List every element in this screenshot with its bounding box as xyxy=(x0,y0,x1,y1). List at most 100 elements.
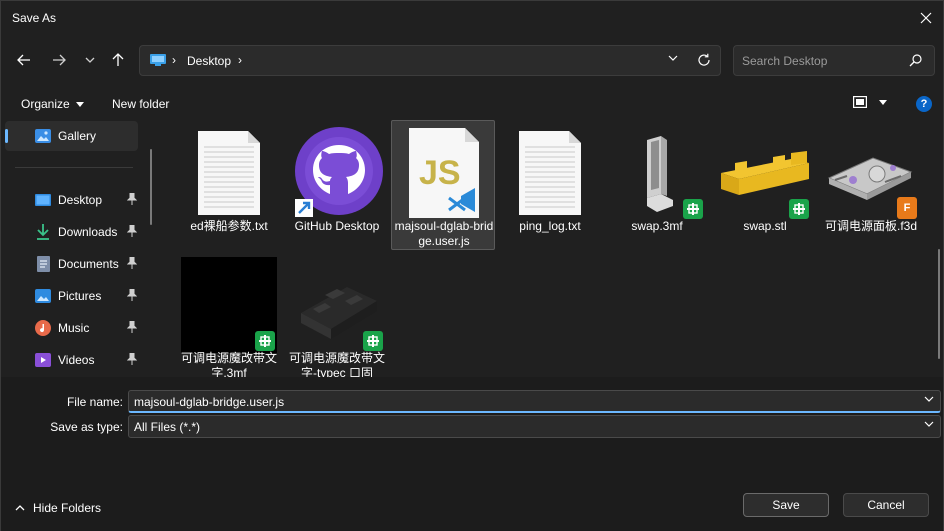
app-badge-icon xyxy=(255,331,275,351)
file-name-label: File name: xyxy=(66,395,123,409)
arrow-left-icon xyxy=(17,54,30,66)
sidebar-item-desktop[interactable]: Desktop xyxy=(35,190,145,210)
chevron-down-icon xyxy=(85,57,95,63)
organize-button[interactable]: Organize xyxy=(21,97,84,111)
caret-down-icon xyxy=(75,101,84,107)
text-file-icon xyxy=(498,125,602,221)
pin-icon[interactable] xyxy=(127,257,137,269)
file-name: swap.stl xyxy=(743,219,787,233)
music-icon xyxy=(35,320,51,336)
forward-button[interactable] xyxy=(47,48,71,72)
file-name: swap.3mf xyxy=(631,219,683,233)
chevron-down-icon[interactable] xyxy=(668,55,678,61)
file-name: 可调电源魔改带文字.3mf xyxy=(180,351,277,377)
desktop-icon xyxy=(35,192,51,208)
sidebar-item-downloads[interactable]: Downloads xyxy=(35,222,145,242)
save-as-type-select[interactable]: All Files (*.*) xyxy=(128,415,941,438)
sidebar-scrollbar[interactable] xyxy=(150,149,152,225)
file-item[interactable]: F 可调电源面板.f3d xyxy=(819,121,923,253)
file-item[interactable]: 可调电源魔改带文字-typec 口固 xyxy=(285,253,389,377)
back-button[interactable] xyxy=(12,48,36,72)
search-icon[interactable] xyxy=(909,54,922,67)
pictures-icon xyxy=(35,288,51,304)
pin-icon[interactable] xyxy=(127,289,137,301)
save-options-panel: File name: majsoul-dglab-bridge.user.js … xyxy=(1,377,943,531)
sidebar-item-label: Gallery xyxy=(58,129,97,143)
up-button[interactable] xyxy=(106,48,130,72)
pin-icon[interactable] xyxy=(127,321,137,333)
file-item[interactable]: GitHub Desktop xyxy=(285,121,389,253)
search-box[interactable] xyxy=(733,45,935,76)
fusion-badge-icon: F xyxy=(897,197,917,219)
app-badge-icon xyxy=(363,331,383,351)
gallery-icon xyxy=(35,128,51,144)
recent-locations-button[interactable] xyxy=(78,48,102,72)
address-bar[interactable]: › Desktop › xyxy=(139,45,721,76)
f3d-model-icon: F xyxy=(819,125,923,221)
documents-icon xyxy=(35,256,51,272)
navigation-pane: Gallery Desktop Downloads Documents Pict… xyxy=(1,119,153,377)
breadcrumb-separator[interactable]: › xyxy=(238,53,242,67)
chevron-down-icon xyxy=(924,421,934,427)
sidebar-item-music[interactable]: Music xyxy=(35,318,145,338)
hide-folders-label: Hide Folders xyxy=(33,501,102,515)
file-item[interactable]: 可调电源魔改带文字.3mf xyxy=(177,253,281,377)
close-icon xyxy=(920,12,932,24)
file-name-value[interactable]: majsoul-dglab-bridge.user.js xyxy=(134,395,284,409)
selection-indicator xyxy=(5,129,8,143)
sidebar-divider xyxy=(15,167,133,168)
view-icon xyxy=(853,96,867,108)
file-item[interactable]: ed裸船参数.txt xyxy=(177,121,281,253)
arrow-right-icon xyxy=(53,54,66,66)
file-item[interactable]: ping_log.txt xyxy=(498,121,602,253)
save-as-type-label: Save as type: xyxy=(50,420,123,434)
file-name: 可调电源魔改带文字-typec 口固 xyxy=(288,351,385,377)
save-button[interactable]: Save xyxy=(743,493,829,517)
app-badge-icon xyxy=(789,199,809,219)
save-as-type-value: All Files (*.*) xyxy=(134,420,201,434)
navigation-row: › Desktop › xyxy=(1,39,943,83)
help-button[interactable]: ? xyxy=(916,96,932,112)
cancel-button[interactable]: Cancel xyxy=(843,493,929,517)
file-item[interactable]: swap.stl xyxy=(713,121,817,253)
search-input[interactable] xyxy=(742,53,902,69)
sidebar-item-pictures[interactable]: Pictures xyxy=(35,286,145,306)
file-item[interactable]: swap.3mf xyxy=(605,121,709,253)
sidebar-item-gallery-content: Gallery xyxy=(35,126,145,146)
breadcrumb-desktop[interactable]: Desktop xyxy=(187,54,231,68)
computer-icon xyxy=(150,54,166,66)
organize-label: Organize xyxy=(21,97,70,111)
hide-folders-toggle[interactable]: Hide Folders xyxy=(15,501,101,515)
sidebar-item-videos[interactable]: Videos xyxy=(35,350,145,370)
help-icon: ? xyxy=(920,98,928,110)
sidebar-item-documents[interactable]: Documents xyxy=(35,254,145,274)
text-file-icon xyxy=(177,125,281,221)
command-bar: Organize New folder ? xyxy=(1,89,943,119)
sidebar-item-gallery[interactable]: Gallery xyxy=(5,121,138,151)
refresh-icon[interactable] xyxy=(697,53,711,67)
github-desktop-icon xyxy=(285,125,389,221)
file-name-field[interactable]: majsoul-dglab-bridge.user.js xyxy=(128,390,941,413)
caret-down-icon xyxy=(879,99,887,105)
videos-icon xyxy=(35,352,51,368)
view-options-button[interactable] xyxy=(853,96,887,108)
pin-icon[interactable] xyxy=(127,353,137,365)
file-name: majsoul-dglab-bridge.user.js xyxy=(394,219,494,248)
pin-icon[interactable] xyxy=(127,225,137,237)
arrow-up-icon xyxy=(112,53,124,66)
3mf-model-icon xyxy=(177,257,281,353)
chevron-up-icon xyxy=(15,505,25,511)
file-name: GitHub Desktop xyxy=(294,219,380,233)
save-as-dialog: Save As › Desktop › Search Desktop Organ… xyxy=(0,0,944,531)
file-list-scrollbar[interactable] xyxy=(938,249,940,359)
file-list: ed裸船参数.txt GitHub Desktop JS majsoul-dgl… xyxy=(161,119,943,377)
app-badge-icon xyxy=(683,199,703,219)
close-button[interactable] xyxy=(909,1,943,35)
stl-model-icon xyxy=(713,125,817,221)
chevron-down-icon[interactable] xyxy=(924,396,934,402)
window-title: Save As xyxy=(12,11,57,25)
new-folder-button[interactable]: New folder xyxy=(112,97,169,111)
file-item-selected[interactable]: JS majsoul-dglab-bridge.user.js xyxy=(391,120,495,250)
pin-icon[interactable] xyxy=(127,193,137,205)
3mf-model-icon xyxy=(605,125,709,221)
